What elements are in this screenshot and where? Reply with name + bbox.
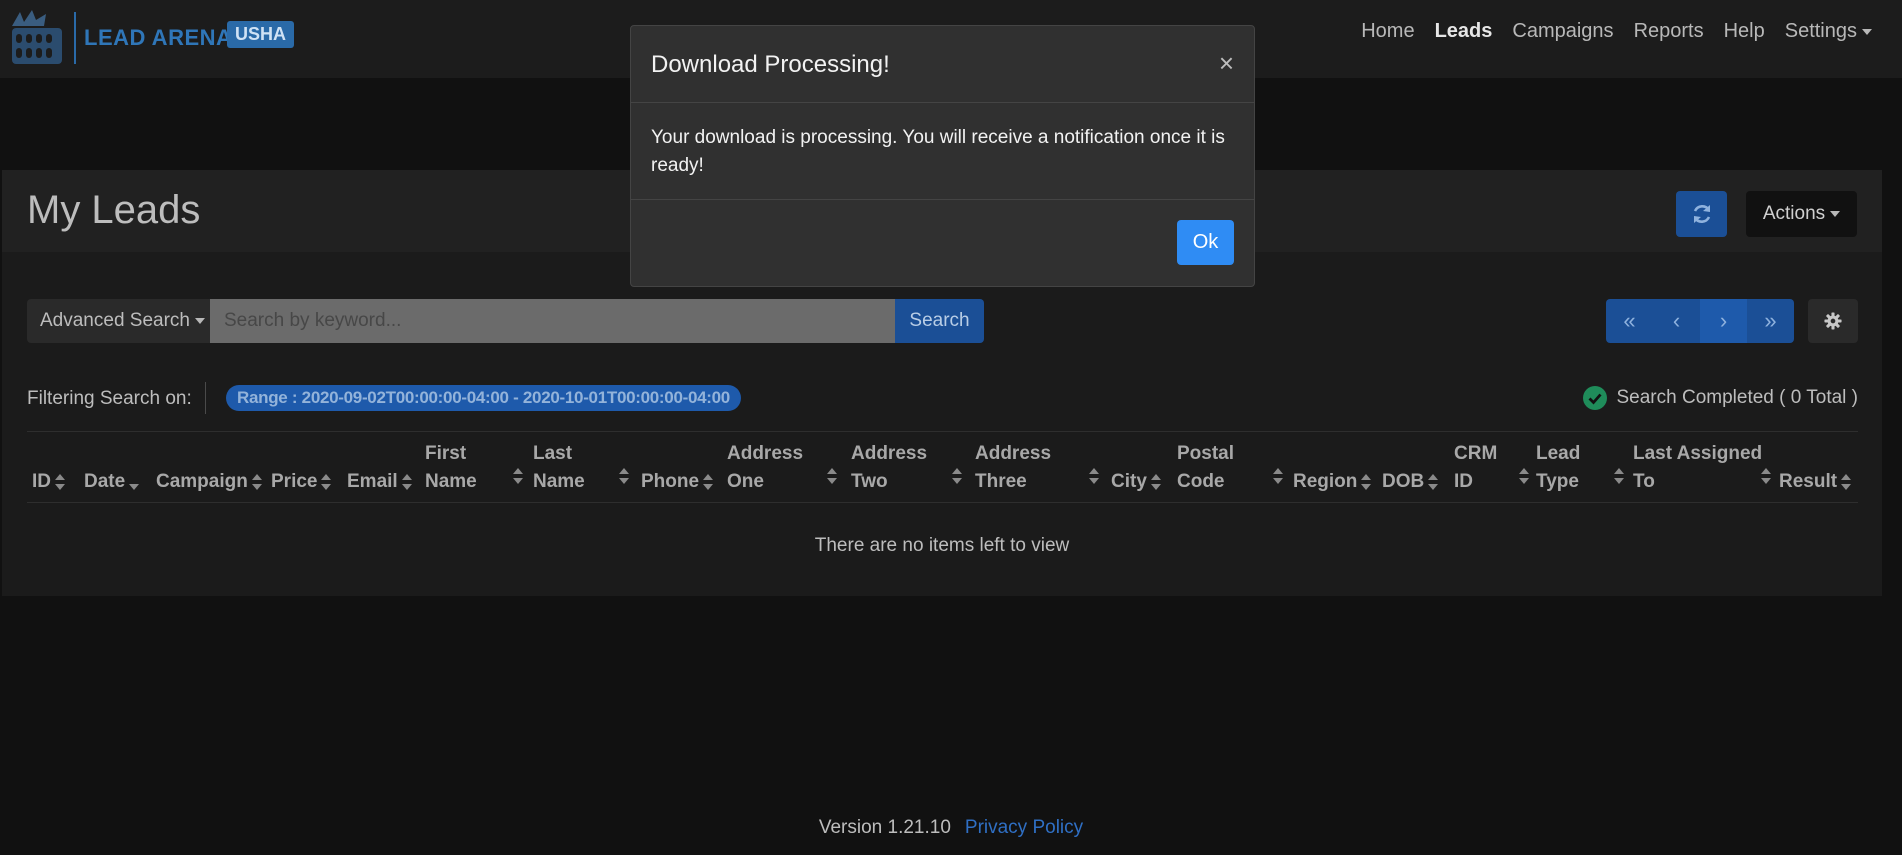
sort-icon: [619, 468, 629, 484]
filter-divider: [205, 382, 206, 414]
modal-close-button[interactable]: ×: [1219, 48, 1234, 79]
column-header-dob[interactable]: DOB: [1382, 440, 1439, 496]
column-header-address-two[interactable]: Address Two: [851, 440, 962, 496]
nav-links: Home Leads Campaigns Reports Help Settin…: [1361, 20, 1872, 43]
column-header-phone[interactable]: Phone: [641, 440, 714, 496]
gear-icon: [1824, 312, 1842, 330]
table-settings-button[interactable]: [1808, 299, 1858, 343]
column-header-date[interactable]: Date: [84, 440, 140, 496]
brand-name: LEAD ARENA: [84, 25, 233, 50]
app-root: LEAD ARENA USHA Home Leads Campaigns Rep…: [0, 0, 1902, 855]
filter-chip-range[interactable]: Range : 2020-09-02T00:00:00-04:00 - 2020…: [226, 385, 741, 411]
modal-body-text: Your download is processing. You will re…: [651, 127, 1225, 176]
column-header-crm-id[interactable]: CRM ID: [1454, 440, 1529, 496]
empty-table-message: There are no items left to view: [814, 535, 1070, 556]
sort-icon: [1761, 468, 1771, 484]
brand-divider: [74, 12, 76, 64]
next-page-button[interactable]: ›: [1700, 299, 1747, 343]
keyword-search-input[interactable]: [210, 299, 895, 343]
table-header-border: [27, 502, 1858, 503]
sort-icon: [251, 474, 262, 490]
footer: Version 1.21.10 Privacy Policy: [0, 817, 1902, 839]
refresh-icon: [1693, 205, 1710, 223]
sort-icon: [1841, 474, 1852, 490]
privacy-policy-link[interactable]: Privacy Policy: [965, 817, 1083, 838]
sort-icon: [55, 474, 65, 490]
column-header-lead-type[interactable]: Lead Type: [1536, 440, 1624, 496]
refresh-button[interactable]: [1676, 191, 1727, 237]
sort-icon: [1361, 474, 1372, 490]
sort-desc-icon: [129, 474, 140, 490]
pagination: « ‹ › »: [1606, 299, 1794, 343]
search-status-text: Search Completed ( 0 Total ): [1616, 387, 1859, 408]
column-header-postal-code[interactable]: Postal Code: [1177, 440, 1287, 496]
version-text: Version 1.21.10: [818, 817, 951, 838]
search-button[interactable]: Search: [895, 299, 984, 343]
nav-reports[interactable]: Reports: [1634, 20, 1704, 43]
nav-campaigns[interactable]: Campaigns: [1512, 20, 1613, 43]
sort-icon: [513, 468, 523, 484]
modal-header-divider: [631, 102, 1254, 103]
download-processing-modal: Download Processing! × Your download is …: [630, 25, 1255, 287]
column-header-first-name[interactable]: First Name: [425, 440, 525, 496]
tenant-badge: USHA: [227, 21, 295, 48]
sort-icon: [1150, 474, 1161, 490]
modal-title: Download Processing!: [651, 51, 890, 78]
column-header-address-three[interactable]: Address Three: [975, 440, 1100, 496]
actions-dropdown-button[interactable]: Actions: [1746, 191, 1857, 237]
nav-leads[interactable]: Leads: [1435, 20, 1493, 43]
brand[interactable]: LEAD ARENA: [6, 6, 232, 70]
modal-ok-button[interactable]: Ok: [1177, 220, 1234, 265]
sort-icon: [1428, 474, 1439, 490]
filter-label: Filtering Search on:: [27, 388, 192, 409]
page-title: My Leads: [27, 188, 201, 232]
sort-icon: [1089, 468, 1099, 484]
table-top-border: [27, 431, 1858, 432]
column-header-result[interactable]: Result: [1779, 440, 1852, 496]
sort-icon: [401, 474, 412, 490]
last-page-button[interactable]: »: [1747, 299, 1794, 343]
caret-down-icon: [1830, 211, 1841, 217]
prev-page-button[interactable]: ‹: [1653, 299, 1700, 343]
column-header-campaign[interactable]: Campaign: [156, 440, 262, 496]
column-header-last-assigned-to[interactable]: Last Assigned To: [1633, 440, 1773, 496]
nav-home[interactable]: Home: [1361, 20, 1414, 43]
column-header-email[interactable]: Email: [347, 440, 412, 496]
column-header-city[interactable]: City: [1111, 440, 1161, 496]
sort-icon: [952, 468, 962, 484]
check-circle-icon: [1582, 386, 1607, 410]
sort-icon: [827, 468, 837, 484]
column-header-id[interactable]: ID: [32, 440, 65, 496]
caret-down-icon: [1862, 28, 1872, 35]
nav-settings-label: Settings: [1784, 20, 1857, 42]
caret-down-icon: [195, 318, 205, 324]
nav-help[interactable]: Help: [1724, 20, 1765, 43]
first-page-button[interactable]: «: [1606, 299, 1653, 343]
sort-icon: [703, 474, 714, 490]
column-header-last-name[interactable]: Last Name: [533, 440, 633, 496]
sort-icon: [1273, 468, 1283, 484]
advanced-search-label: Advanced Search: [40, 310, 190, 331]
column-header-address-one[interactable]: Address One: [727, 440, 837, 496]
column-header-region[interactable]: Region: [1293, 440, 1372, 496]
advanced-search-dropdown[interactable]: Advanced Search: [27, 299, 210, 343]
actions-label: Actions: [1762, 203, 1826, 224]
sort-icon: [1519, 468, 1529, 484]
nav-settings-dropdown[interactable]: Settings: [1785, 20, 1872, 43]
column-header-price[interactable]: Price: [271, 440, 332, 496]
sort-icon: [1614, 468, 1624, 484]
colosseum-logo-icon: [6, 6, 68, 70]
search-status: Search Completed ( 0 Total ): [1582, 386, 1859, 410]
modal-footer-divider: [631, 199, 1254, 200]
sort-icon: [321, 474, 332, 490]
